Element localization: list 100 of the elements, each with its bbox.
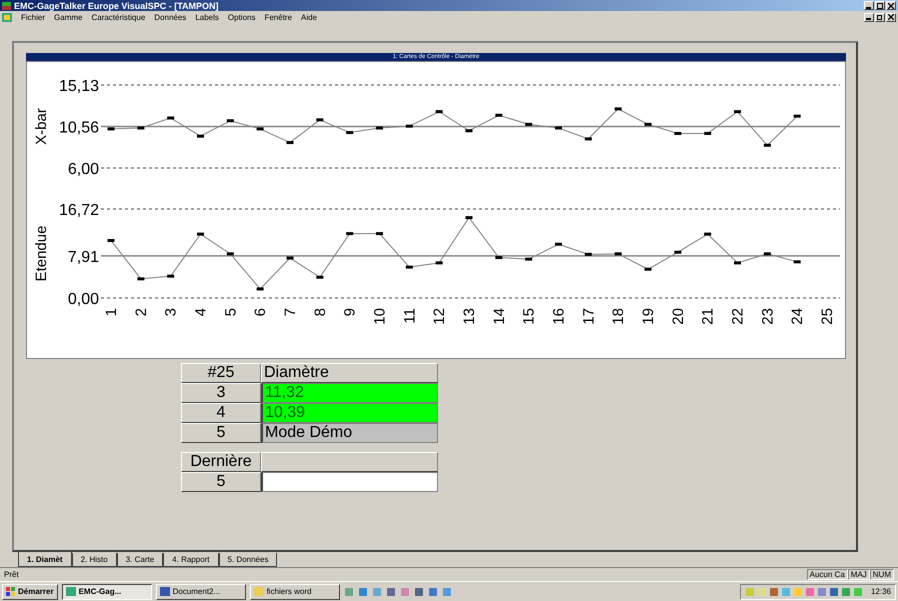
data-point (644, 268, 652, 271)
row-header: 3 (181, 383, 261, 403)
status-message: Prêt (4, 570, 20, 579)
menu-item[interactable]: Gamme (54, 12, 82, 22)
data-point (584, 252, 592, 256)
tick-label: 6 (252, 308, 270, 316)
axis-title: Etendue (33, 226, 50, 282)
tick-label: 4 (192, 308, 210, 316)
row-header: 4 (181, 403, 261, 423)
menu-item[interactable]: Caractéristique (91, 12, 146, 22)
tick-label: 1 (103, 308, 120, 316)
taskbar-button[interactable]: fichiers word (250, 584, 340, 600)
tick-label: 22 (730, 308, 746, 325)
data-point (108, 127, 114, 130)
data-point (346, 131, 354, 134)
tray-icon[interactable] (828, 586, 839, 596)
quick-launch-icon[interactable] (428, 586, 438, 596)
data-point (197, 134, 204, 138)
data-point (525, 122, 532, 126)
tick-label: 20 (670, 308, 687, 325)
data-point (376, 126, 383, 130)
data-point (555, 126, 562, 130)
quick-launch-icon[interactable] (400, 586, 410, 596)
column-header: Dernière (181, 452, 261, 472)
status-pane: Aucun Ca (806, 569, 848, 580)
tick-label: 15 (520, 308, 538, 325)
data-point (346, 232, 354, 236)
restore-button[interactable] (875, 12, 885, 22)
data-point (406, 266, 413, 269)
menu-item[interactable]: Aide (301, 12, 318, 22)
quick-launch-icon[interactable] (414, 586, 424, 596)
menu-item[interactable]: Options (228, 12, 256, 22)
tick-label: 15,13 (58, 78, 99, 95)
quick-launch-icon[interactable] (372, 586, 382, 596)
menu-item[interactable]: Fenêtre (264, 12, 292, 22)
data-point (584, 137, 592, 140)
data-point (137, 277, 144, 280)
app-icon (66, 587, 76, 596)
menu-item[interactable]: Labels (195, 12, 219, 22)
close-button[interactable] (886, 1, 896, 10)
tick-label: 10 (372, 308, 388, 325)
tick-label: 13 (461, 308, 478, 325)
taskbar-button[interactable]: Document2... (156, 584, 246, 600)
tick-label: 11 (401, 308, 418, 324)
quick-launch-icon[interactable] (442, 586, 452, 596)
tick-label: 6,00 (68, 161, 99, 178)
close-button[interactable] (886, 12, 896, 22)
tick-label: 7,91 (68, 248, 99, 266)
taskbar-button[interactable]: EMC-Gag... (62, 584, 152, 600)
data-point (644, 122, 652, 126)
tick-label: 16,72 (58, 202, 99, 219)
data-point (674, 132, 682, 135)
tab[interactable]: 1. Diamèt (18, 552, 72, 567)
data-point (167, 274, 174, 278)
data-point (734, 110, 741, 114)
quick-launch-icon[interactable] (386, 586, 396, 596)
data-point (316, 276, 324, 279)
quick-launch-icon[interactable] (358, 586, 368, 596)
minimize-button[interactable] (864, 1, 874, 10)
quick-launch-icon[interactable] (344, 586, 354, 596)
data-point (466, 129, 472, 132)
tick-label: 16 (550, 308, 568, 325)
data-point (794, 114, 801, 118)
tick-label: 10,56 (58, 120, 99, 137)
tab[interactable]: 4. Rapport (163, 553, 219, 567)
windows-logo-icon (6, 587, 16, 596)
tray-icon[interactable] (816, 586, 827, 596)
data-point (197, 232, 204, 236)
tab[interactable]: 2. Histo (72, 553, 117, 567)
tick-label: 12 (431, 308, 448, 325)
tick-label: 24 (789, 308, 806, 325)
column-header: Diamètre (261, 363, 438, 383)
axis-title: X-bar (33, 108, 50, 145)
tab[interactable]: 3. Carte (116, 553, 164, 567)
tick-label: 19 (640, 308, 657, 325)
menu-item[interactable]: Données (154, 12, 186, 22)
data-point (167, 116, 174, 120)
tab[interactable]: 5. Données (218, 553, 278, 567)
data-point (256, 287, 264, 290)
tick-label: 17 (580, 308, 598, 325)
data-point (764, 144, 771, 147)
table-cell: 10,39 (261, 403, 438, 423)
menu-item[interactable]: Fichier (21, 12, 46, 22)
tray-icon[interactable] (840, 586, 851, 596)
column-header: #25 (181, 363, 261, 383)
tick-label: 21 (700, 308, 717, 325)
data-point (286, 141, 294, 144)
data-point (614, 107, 622, 110)
tray-icon[interactable] (804, 586, 815, 596)
tick-label: 18 (610, 308, 628, 325)
data-point (704, 232, 712, 236)
row-header: 5 (181, 472, 261, 492)
minimize-button[interactable] (864, 12, 874, 22)
data-point (376, 232, 383, 236)
maximize-button[interactable] (875, 1, 885, 10)
start-button[interactable]: Démarrer (2, 584, 58, 600)
document-icon[interactable] (2, 12, 12, 22)
data-point (226, 252, 234, 256)
table-cell: Mode Démo (261, 423, 438, 443)
tray-icon[interactable] (768, 586, 779, 596)
